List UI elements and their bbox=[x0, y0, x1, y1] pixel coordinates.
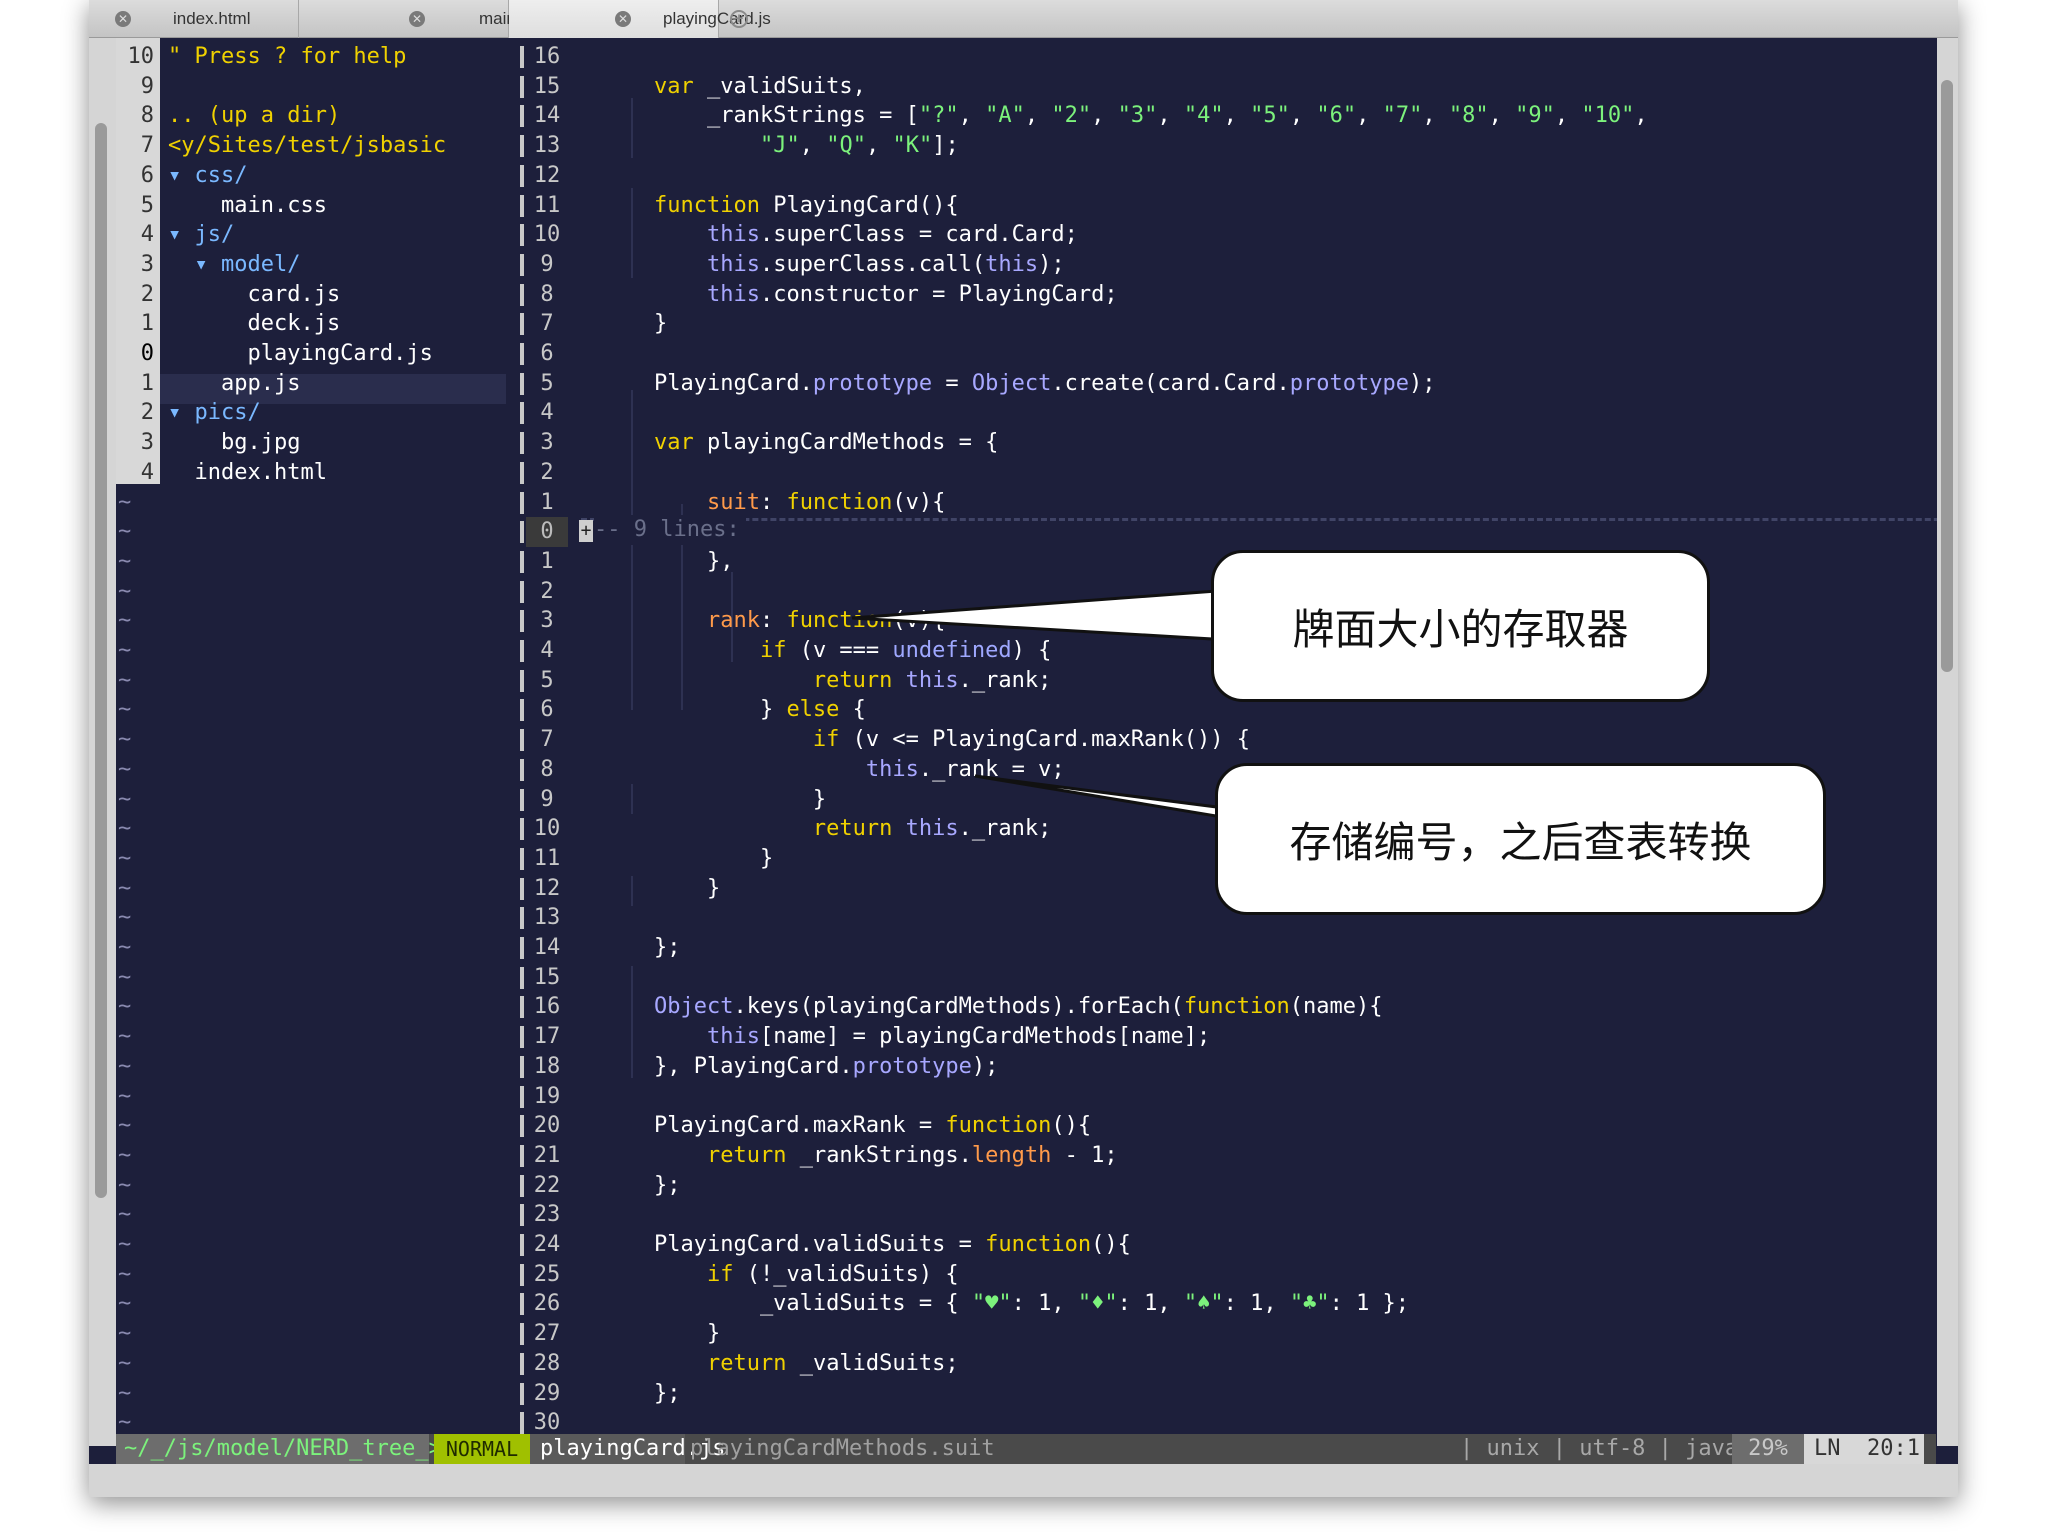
callout-accessor: 牌面大小的存取器 bbox=[1211, 550, 1710, 702]
callout-pointer-1 bbox=[851, 588, 1232, 642]
callout-storage: 存储编号，之后查表转换 bbox=[1215, 763, 1826, 915]
callout-text: 牌面大小的存取器 bbox=[1292, 604, 1629, 654]
callout-pointer-2 bbox=[974, 774, 1242, 822]
callout-text: 存储编号，之后查表转换 bbox=[1289, 817, 1752, 867]
